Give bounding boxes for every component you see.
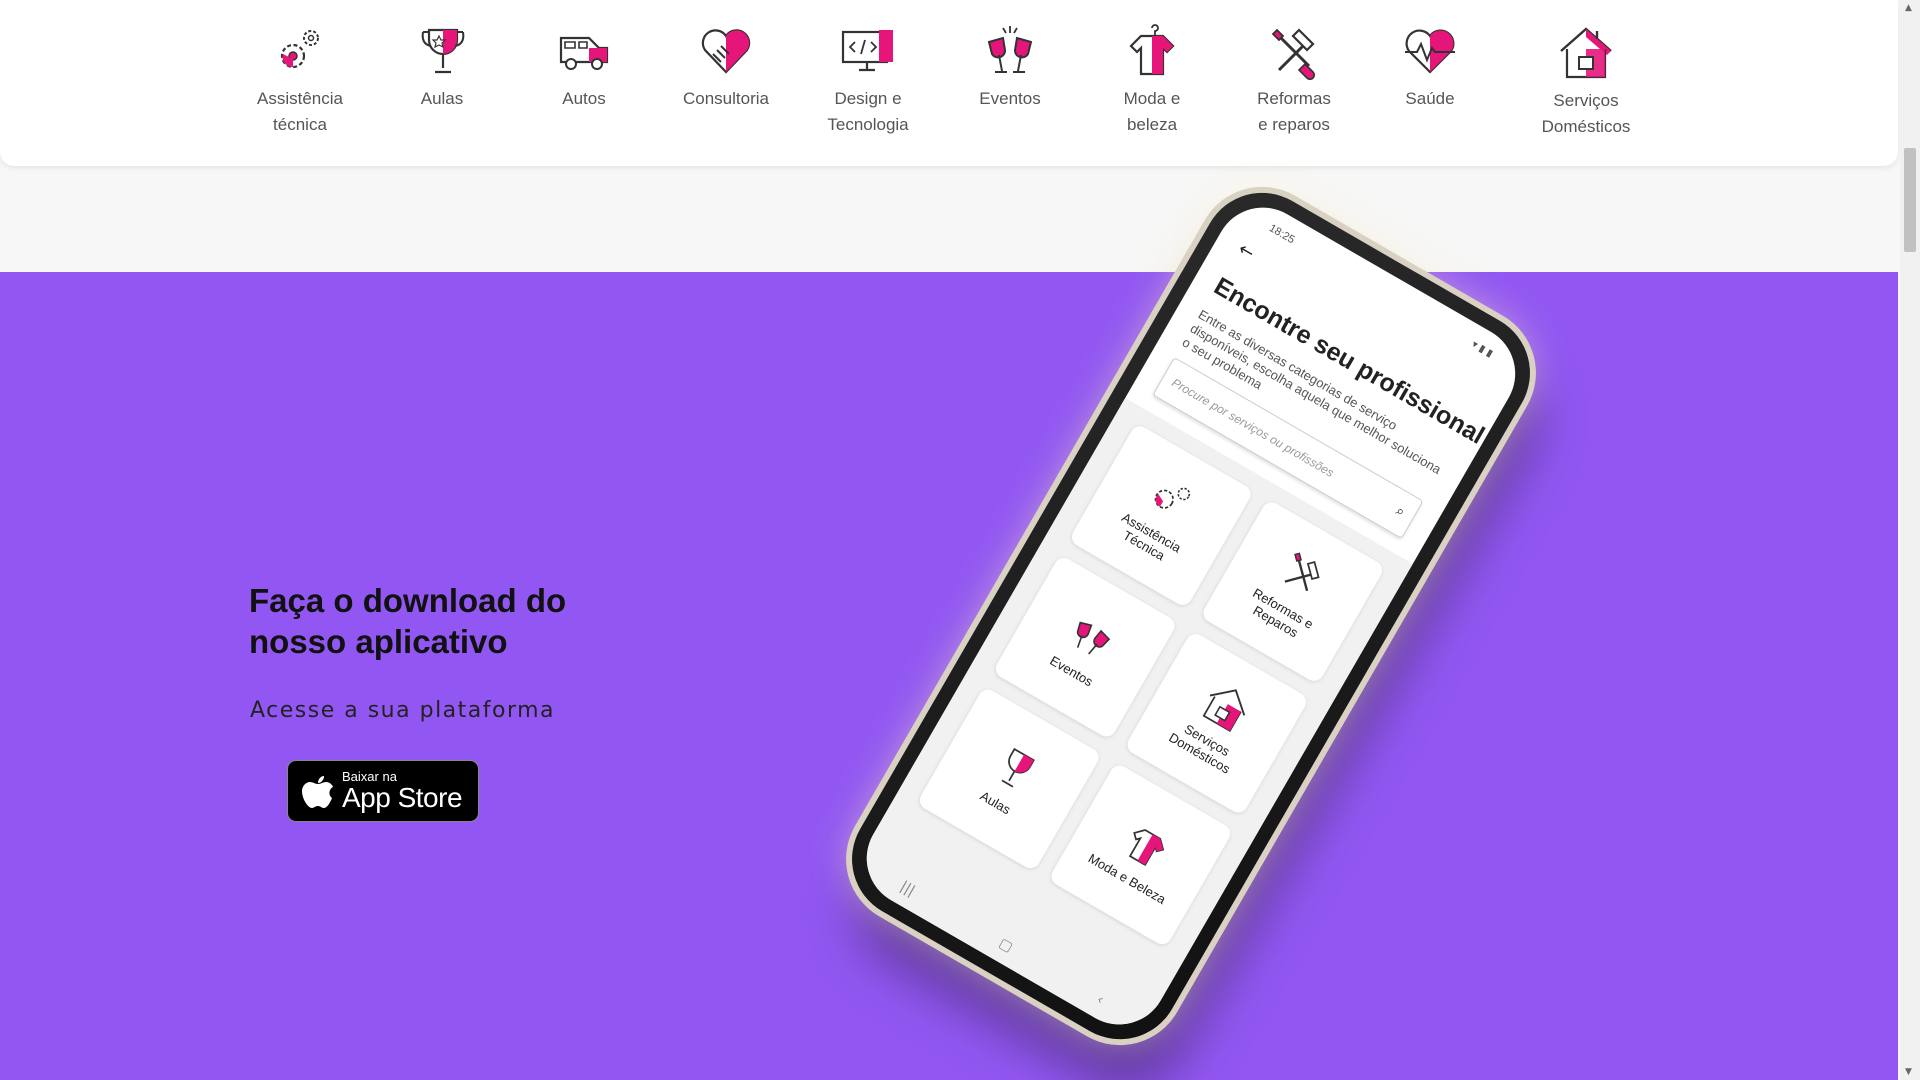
car-icon xyxy=(559,36,609,70)
category-label: Assistência técnica xyxy=(257,89,343,134)
phone-status-icons: ▾ ▮ ▮ xyxy=(1469,338,1495,360)
scroll-up-arrow-icon[interactable]: ▲ xyxy=(1905,3,1912,13)
promo-subtitle: Acesse a sua plataforma xyxy=(250,698,556,723)
category-label: Design e Tecnologia xyxy=(827,89,909,134)
category-label: Serviços Domésticos xyxy=(1541,91,1631,136)
category-aulas[interactable]: Aulas xyxy=(377,24,507,112)
categories-bar: Assistência técnica Aulas Autos Consulto… xyxy=(0,0,1898,166)
handshake-icon xyxy=(701,29,751,74)
category-design-tecnologia[interactable]: Design e Tecnologia xyxy=(803,24,933,138)
scrollbar-thumb[interactable] xyxy=(1904,148,1916,252)
app-store-button[interactable]: Baixar na App Store xyxy=(287,760,479,822)
category-label: Autos xyxy=(562,89,606,108)
trophy-icon xyxy=(1001,747,1036,788)
category-label: Eventos xyxy=(979,89,1041,108)
heart-pulse-icon xyxy=(1405,29,1455,74)
category-autos[interactable]: Autos xyxy=(519,24,649,112)
category-label: Saúde xyxy=(1405,89,1455,108)
category-label: Moda e beleza xyxy=(1123,89,1181,134)
page-scrollbar[interactable]: ▲ ▼ xyxy=(1900,0,1920,1080)
house-icon xyxy=(1202,689,1246,733)
category-consultoria[interactable]: Consultoria xyxy=(661,24,791,112)
search-icon: ⌕ xyxy=(1393,501,1409,520)
gears-icon xyxy=(280,30,319,69)
hammer-wrench-icon xyxy=(1271,28,1316,80)
back-arrow-icon: ← xyxy=(1234,238,1259,265)
back-icon: ‹ xyxy=(1093,991,1107,1009)
category-eventos[interactable]: Eventos xyxy=(945,24,1075,112)
app-store-big-label: App Store xyxy=(342,782,463,813)
trophy-icon xyxy=(421,28,465,74)
category-label: Consultoria xyxy=(683,89,769,108)
shirt-icon xyxy=(1129,24,1175,76)
category-moda-beleza[interactable]: Moda e beleza xyxy=(1087,24,1217,138)
monitor-code-icon xyxy=(841,30,893,72)
house-icon xyxy=(1560,27,1612,79)
gears-icon xyxy=(1154,487,1191,509)
category-label: Reformas e reparos xyxy=(1257,89,1331,134)
category-servicos-domesticos[interactable]: Serviços Domésticos xyxy=(1521,24,1651,140)
category-reformas-reparos[interactable]: Reformas e reparos xyxy=(1229,24,1359,138)
category-saude[interactable]: Saúde xyxy=(1365,24,1495,112)
toast-glasses-icon xyxy=(987,26,1033,73)
scroll-down-arrow-icon[interactable]: ▼ xyxy=(1905,1067,1912,1077)
toast-glasses-icon xyxy=(1076,621,1111,655)
shirt-icon xyxy=(1129,828,1165,866)
category-label: Aulas xyxy=(420,89,464,108)
phone-status-time: 18:25 xyxy=(1266,222,1297,247)
promo-title: Faça o download do nosso aplicativo xyxy=(249,582,567,660)
apple-icon xyxy=(302,776,333,808)
hammer-wrench-icon xyxy=(1284,552,1320,592)
category-assistencia-tecnica[interactable]: Assistência técnica xyxy=(235,24,365,138)
